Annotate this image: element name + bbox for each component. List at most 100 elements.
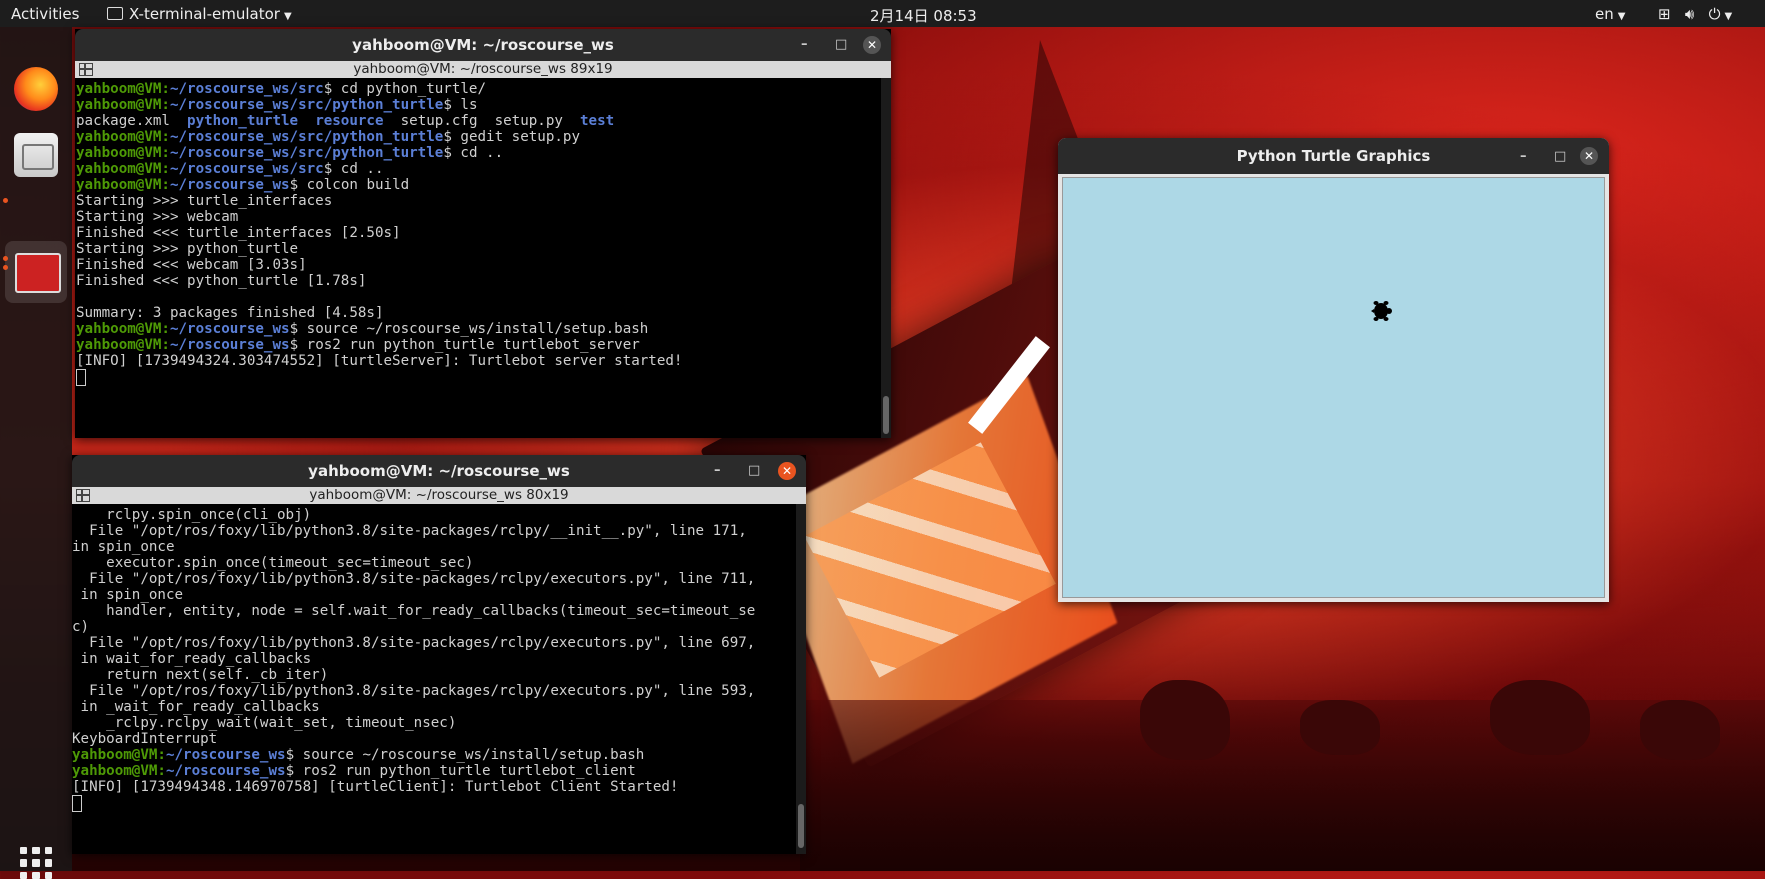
terminal-text: colcon build — [298, 177, 410, 193]
terminal-window-client[interactable]: yahboom@VM: ~/roscourse_ws – □ ✕ yahboom… — [72, 455, 806, 854]
terminal-line: in spin_once — [72, 587, 794, 603]
terminal-text: ~/roscourse_ws — [169, 321, 290, 337]
terminal-line: File "/opt/ros/foxy/lib/python3.8/site-p… — [72, 635, 794, 651]
system-menu[interactable]: ⊞ 🔊︎ ⏻ ▼ — [1658, 5, 1732, 23]
terminal-line: c) — [72, 619, 794, 635]
terminal-text: source ~/roscourse_ws/install/setup.bash — [298, 321, 649, 337]
dock — [0, 27, 72, 879]
app-menu[interactable]: X-terminal-emulator ▼ — [107, 5, 292, 23]
minimize-button[interactable]: – — [801, 29, 808, 61]
window-titlebar[interactable]: Python Turtle Graphics – □ ✕ — [1058, 138, 1609, 174]
terminal-line: return next(self._cb_iter) — [72, 667, 794, 683]
terminal-text: ~/roscourse_ws/src/python_turtle — [169, 97, 444, 113]
terminal-text: ~/roscourse_ws — [169, 337, 290, 353]
terminal-text: File "/opt/ros/foxy/lib/python3.8/site-p… — [72, 683, 756, 699]
terminal-icon[interactable] — [5, 241, 67, 303]
terminal-text: KeyboardInterrupt — [72, 731, 218, 747]
files-icon[interactable] — [14, 133, 58, 177]
scrollbar[interactable] — [881, 78, 891, 438]
apps-grid-icon[interactable] — [20, 847, 52, 879]
terminal-text: yahboom@VM — [76, 161, 162, 177]
terminal-output[interactable]: rclpy.spin_once(cli_obj) File "/opt/ros/… — [72, 507, 794, 854]
window-titlebar[interactable]: yahboom@VM: ~/roscourse_ws – □ ✕ — [75, 29, 891, 61]
terminal-text: executor.spin_once(timeout_sec=timeout_s… — [72, 555, 474, 571]
terminal-text: cd .. — [332, 161, 384, 177]
terminal-text: cd .. — [451, 145, 504, 161]
window-title: yahboom@VM: ~/roscourse_ws — [308, 462, 570, 480]
terminal-window-server[interactable]: yahboom@VM: ~/roscourse_ws – □ ✕ yahboom… — [75, 29, 891, 438]
terminal-text: resource — [315, 113, 384, 129]
terminal-text: Finished <<< python_turtle [1.78s] — [76, 273, 367, 289]
terminal-line: File "/opt/ros/foxy/lib/python3.8/site-p… — [72, 683, 794, 699]
terminal-text: yahboom@VM — [76, 81, 162, 97]
tab-grid-icon[interactable] — [76, 489, 90, 502]
close-button[interactable]: ✕ — [778, 462, 796, 480]
terminal-text: gedit setup.py — [451, 129, 580, 145]
terminal-line: yahboom@VM:~/roscourse_ws$ ros2 run pyth… — [72, 763, 636, 779]
wallpaper-rock — [1640, 700, 1720, 760]
terminal-text: setup.cfg setup.py — [383, 113, 580, 129]
turtle-graphics-window[interactable]: Python Turtle Graphics – □ ✕ — [1058, 138, 1609, 602]
terminal-text: [INFO] [1739494348.146970758] [turtleCli… — [72, 779, 679, 795]
terminal-line: [INFO] [1739494348.146970758] [turtleCli… — [72, 779, 794, 795]
scrollbar[interactable] — [796, 504, 806, 854]
terminal-line: yahboom@VM:~/roscourse_ws/src$ cd python… — [76, 81, 487, 97]
activities-button[interactable]: Activities — [11, 5, 79, 23]
terminal-line: yahboom@VM:~/roscourse_ws$ ros2 run pyth… — [76, 337, 640, 353]
terminal-text: ls — [451, 97, 478, 113]
window-titlebar[interactable]: yahboom@VM: ~/roscourse_ws – □ ✕ — [72, 455, 806, 487]
terminal-text: in spin_once — [72, 539, 175, 555]
turtle-canvas[interactable] — [1062, 177, 1605, 598]
terminal-text: ~/roscourse_ws — [165, 747, 286, 763]
chevron-down-icon: ▼ — [1724, 11, 1733, 22]
terminal-line: yahboom@VM:~/roscourse_ws$ colcon build — [76, 177, 410, 193]
tab-grid-icon[interactable] — [79, 63, 93, 76]
terminal-text: yahboom@VM — [76, 177, 162, 193]
turtle-icon — [1371, 301, 1392, 321]
terminal-line: yahboom@VM:~/roscourse_ws/src/python_tur… — [76, 129, 580, 145]
terminal-text: yahboom@VM — [76, 129, 162, 145]
terminal-text: ros2 run python_turtle turtlebot_server — [298, 337, 640, 353]
terminal-text: ~/roscourse_ws/src — [169, 161, 324, 177]
terminal-cursor — [72, 795, 82, 812]
terminal-text: ros2 run python_turtle turtlebot_client — [294, 763, 636, 779]
terminal-text: c) — [72, 619, 90, 635]
terminal-text: in _wait_for_ready_callbacks — [72, 699, 320, 715]
terminal-line: _rclpy.rclpy_wait(wait_set, timeout_nsec… — [72, 715, 794, 731]
terminal-cursor — [76, 369, 86, 386]
window-title: Python Turtle Graphics — [1236, 147, 1431, 165]
language-indicator[interactable]: en ▼ — [1595, 5, 1625, 23]
terminal-text: File "/opt/ros/foxy/lib/python3.8/site-p… — [72, 571, 756, 587]
terminal-text: yahboom@VM — [76, 145, 162, 161]
terminal-text: package.xml — [76, 113, 188, 129]
terminal-text: yahboom@VM — [72, 747, 158, 763]
maximize-button[interactable]: □ — [1554, 139, 1566, 175]
minimize-button[interactable]: – — [714, 455, 721, 487]
wallpaper-rock — [1140, 680, 1230, 760]
running-indicator — [3, 265, 8, 270]
top-bar: Activities X-terminal-emulator ▼ 2月14日 08… — [0, 0, 1765, 27]
minimize-button[interactable]: – — [1520, 139, 1527, 175]
close-button[interactable]: ✕ — [1580, 147, 1598, 165]
terminal-line: handler, entity, node = self.wait_for_re… — [72, 603, 794, 619]
terminal-output[interactable]: yahboom@VM:~/roscourse_ws/src$ cd python… — [75, 81, 881, 438]
chevron-down-icon: ▼ — [283, 11, 292, 22]
terminal-text: in wait_for_ready_callbacks — [72, 651, 312, 667]
terminal-text: in spin_once — [72, 587, 184, 603]
firefox-icon[interactable] — [14, 67, 58, 111]
clock[interactable]: 2月14日 08:53 — [870, 5, 977, 26]
close-button[interactable]: ✕ — [863, 36, 881, 54]
terminal-text: ~/roscourse_ws — [165, 763, 286, 779]
terminal-text: File "/opt/ros/foxy/lib/python3.8/site-p… — [72, 635, 756, 651]
terminal-line: yahboom@VM:~/roscourse_ws$ source ~/rosc… — [76, 321, 649, 337]
terminal-text: yahboom@VM — [72, 763, 158, 779]
terminal-line: Starting >>> turtle_interfaces — [76, 193, 881, 209]
maximize-button[interactable]: □ — [748, 455, 760, 487]
terminal-text: Summary: 3 packages finished [4.58s] — [76, 305, 384, 321]
maximize-button[interactable]: □ — [835, 29, 847, 61]
terminal-text: handler, entity, node = self.wait_for_re… — [72, 603, 756, 619]
terminal-text: source ~/roscourse_ws/install/setup.bash — [294, 747, 645, 763]
terminal-text: File "/opt/ros/foxy/lib/python3.8/site-p… — [72, 523, 747, 539]
terminal-line: Starting >>> webcam — [76, 209, 881, 225]
terminal-text: ~/roscourse_ws — [169, 177, 290, 193]
